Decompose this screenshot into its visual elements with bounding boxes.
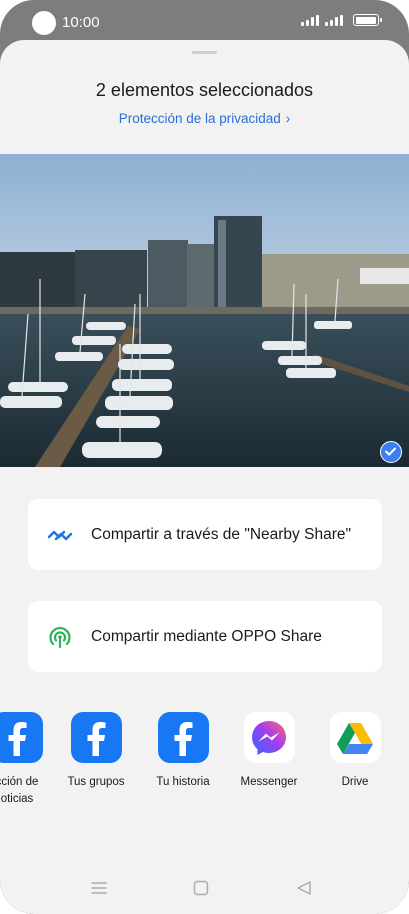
share-sheet: 2 elementos seleccionados Protección de …	[0, 40, 409, 914]
oppo-share-option[interactable]: Compartir mediante OPPO Share	[28, 601, 382, 672]
privacy-link-label: Protección de la privacidad	[118, 111, 281, 126]
app-label: Tus grupos	[67, 776, 125, 788]
phone-screen: 10:00 2 elementos seleccionados Protecci…	[0, 0, 409, 914]
app-seccion-noticias[interactable]: cción deoticias	[0, 708, 60, 808]
signal-icon	[325, 14, 343, 26]
facebook-icon	[157, 712, 209, 763]
sheet-title: 2 elementos seleccionados	[95, 80, 314, 100]
oppo-share-icon	[46, 624, 74, 650]
status-time: 10:00	[62, 14, 100, 31]
messenger-icon	[243, 712, 295, 763]
app-label: Drive	[341, 776, 369, 788]
photo-preview[interactable]	[0, 154, 409, 467]
front-camera	[32, 11, 56, 35]
app-messenger[interactable]: Messenger	[226, 708, 312, 791]
back-icon[interactable]	[284, 874, 324, 902]
nearby-share-option[interactable]: Compartir a través de "Nearby Share"	[28, 499, 382, 570]
app-label: Messenger	[240, 776, 298, 788]
nearby-share-label: Compartir a través de "Nearby Share"	[91, 525, 351, 543]
app-tus-grupos[interactable]: Tus grupos	[53, 708, 139, 791]
drag-handle[interactable]	[192, 51, 217, 54]
privacy-link[interactable]: Protección de la privacidad ›	[0, 111, 409, 126]
harbor-photo	[0, 154, 409, 467]
chevron-right-icon: ›	[285, 111, 291, 126]
app-label: cción deoticias	[0, 776, 39, 805]
app-row: cción deoticias Tus grupos Tu historia	[0, 708, 409, 828]
battery-icon	[353, 14, 382, 26]
signal-icon	[301, 14, 319, 26]
app-drive[interactable]: Drive	[312, 708, 398, 791]
navigation-bar	[0, 874, 409, 902]
app-label: Tu historia	[156, 776, 210, 788]
facebook-icon	[70, 712, 122, 763]
menu-icon[interactable]	[79, 874, 119, 902]
home-icon[interactable]	[181, 874, 221, 902]
drive-icon	[329, 712, 381, 763]
oppo-share-label: Compartir mediante OPPO Share	[91, 627, 322, 645]
facebook-icon	[0, 712, 43, 763]
nearby-share-icon	[46, 528, 74, 542]
app-tu-historia[interactable]: Tu historia	[140, 708, 226, 791]
status-icons	[301, 14, 382, 26]
selected-check-icon[interactable]	[380, 441, 402, 463]
